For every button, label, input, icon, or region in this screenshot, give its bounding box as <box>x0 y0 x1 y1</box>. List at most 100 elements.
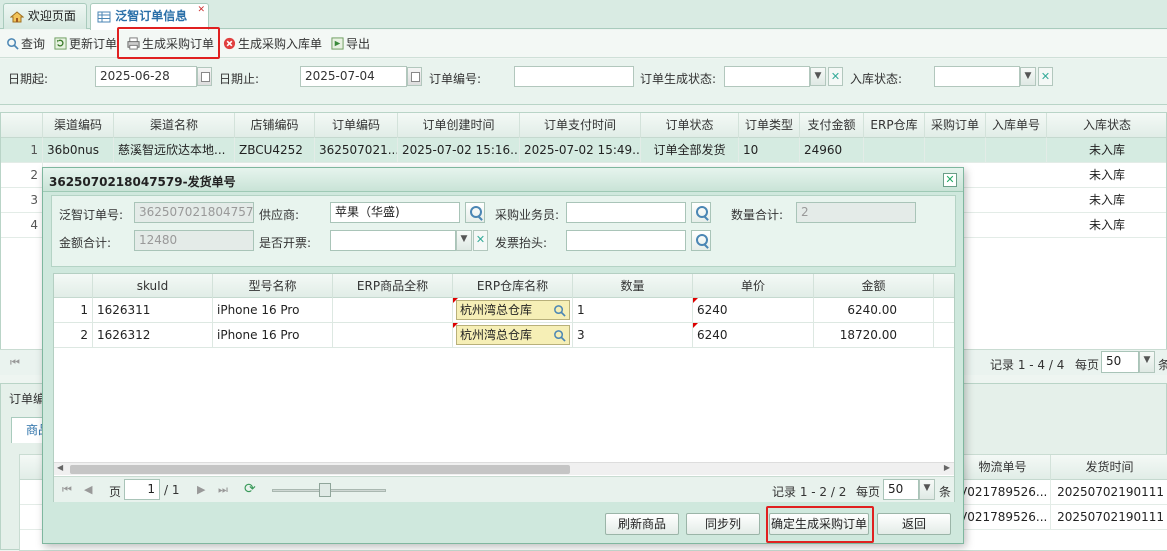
col-header[interactable]: 入库单号 <box>986 113 1047 138</box>
col-header[interactable]: skuId <box>93 274 213 298</box>
per-page-label: 每页 <box>1075 358 1100 372</box>
close-icon[interactable]: ✕ <box>197 0 205 23</box>
export-icon <box>331 37 344 50</box>
update-order-button[interactable]: 更新订单 <box>54 36 117 52</box>
table-row[interactable]: 1 36b0nus 慈溪智远欣达本地... ZBCU4252 362507021… <box>1 138 1166 163</box>
date-to-input[interactable]: 2025-07-04 <box>300 66 407 87</box>
col-header[interactable]: 店铺编码 <box>235 113 315 138</box>
amount-total-field: 12480 <box>134 230 254 251</box>
close-icon[interactable]: ✕ <box>943 173 957 187</box>
col-header[interactable]: 订单创建时间 <box>398 113 520 138</box>
search-icon[interactable] <box>691 202 711 223</box>
buyer-field[interactable] <box>566 202 686 223</box>
per-page-select[interactable]: 50 <box>883 479 919 500</box>
page-label: 页 <box>109 485 122 499</box>
search-icon[interactable] <box>553 304 566 317</box>
next-page-icon[interactable]: ▶ <box>197 483 205 496</box>
col-header[interactable]: 支付金额 <box>800 113 864 138</box>
search-icon[interactable] <box>465 202 485 223</box>
tab-order-info[interactable]: 泛智订单信息 ✕ <box>90 3 209 30</box>
confirm-generate-po-button[interactable]: 确定生成采购订单 <box>769 513 869 535</box>
order-no-input[interactable] <box>514 66 634 87</box>
search-icon[interactable] <box>553 329 566 342</box>
cancel-circle-icon <box>223 37 236 50</box>
col-header[interactable]: ERP仓库名称 <box>453 274 573 298</box>
generate-purchase-order-button[interactable]: 生成采购订单 <box>127 36 214 52</box>
chevron-down-icon[interactable]: ▼ <box>810 67 826 86</box>
horizontal-scrollbar[interactable]: ◀ ▶ <box>54 462 954 475</box>
date-from-label: 日期起: <box>8 72 49 86</box>
first-page-icon[interactable]: ⏮ <box>62 483 72 497</box>
col-header[interactable]: 单价 <box>693 274 814 298</box>
col-header[interactable]: 订单状态 <box>641 113 739 138</box>
generate-receipt-button[interactable]: 生成采购入库单 <box>223 36 322 52</box>
scroll-right-icon[interactable]: ▶ <box>944 463 950 472</box>
col-header[interactable]: 订单编码 <box>315 113 398 138</box>
col-header[interactable]: 订单类型 <box>739 113 800 138</box>
query-button[interactable]: 查询 <box>6 36 45 52</box>
tab-welcome-label: 欢迎页面 <box>27 9 76 23</box>
gen-status-select[interactable] <box>724 66 810 87</box>
refresh-products-button[interactable]: 刷新商品 <box>605 513 679 535</box>
per-page-label: 每页 <box>856 485 881 499</box>
scroll-left-icon[interactable]: ◀ <box>57 463 63 472</box>
shipment-dialog: 3625070218047579-发货单号 ✕ 泛智订单号: 362507021… <box>42 167 964 544</box>
col-header[interactable]: ERP仓库 <box>864 113 925 138</box>
col-header[interactable]: ERP商品全称 <box>333 274 453 298</box>
chevron-down-icon[interactable]: ▼ <box>1020 67 1036 86</box>
col-header[interactable]: 物流单号 <box>955 455 1051 480</box>
page-input[interactable]: 1 <box>124 479 160 500</box>
in-status-select[interactable] <box>934 66 1020 87</box>
invoice-title-field[interactable] <box>566 230 686 251</box>
refresh-icon[interactable]: ⟳ <box>244 481 256 497</box>
warehouse-lookup[interactable]: 杭州湾总仓库 <box>456 300 570 320</box>
col-header[interactable]: 渠道编码 <box>43 113 114 138</box>
chevron-down-icon[interactable]: ▼ <box>1139 351 1155 373</box>
table-row[interactable]: 2 1626312 iPhone 16 Pro 杭州湾总仓库 3 6240 18… <box>54 323 954 348</box>
gen-status-label: 订单生成状态: <box>640 72 717 86</box>
calendar-icon[interactable] <box>407 67 422 86</box>
slider-handle[interactable] <box>319 483 331 497</box>
export-button[interactable]: 导出 <box>331 36 370 52</box>
panel-title: 订单编 <box>9 392 46 406</box>
edited-marker <box>453 298 458 303</box>
scrollbar-thumb[interactable] <box>70 465 570 474</box>
per-page-select[interactable]: 50 <box>1101 351 1139 373</box>
prev-page-icon[interactable]: ◀ <box>84 483 92 496</box>
col-header[interactable]: 金额 <box>814 274 934 298</box>
col-header[interactable]: 发货时间 <box>1051 455 1167 480</box>
tab-bar: 欢迎页面 泛智订单信息 ✕ <box>0 0 1167 30</box>
col-header[interactable]: 数量 <box>573 274 693 298</box>
order-no-label: 泛智订单号: <box>59 208 124 222</box>
date-from-input[interactable]: 2025-06-28 <box>95 66 197 87</box>
table-row[interactable]: 1 1626311 iPhone 16 Pro 杭州湾总仓库 1 6240 62… <box>54 298 954 323</box>
supplier-field[interactable]: 苹果（华盛) <box>330 202 460 223</box>
search-icon[interactable] <box>691 230 711 251</box>
chevron-down-icon[interactable]: ▼ <box>919 479 935 500</box>
back-button[interactable]: 返回 <box>877 513 951 535</box>
clear-icon[interactable]: ✕ <box>1038 67 1053 86</box>
col-header[interactable]: 型号名称 <box>213 274 333 298</box>
col-header[interactable]: 入库状态 <box>1047 113 1167 138</box>
chevron-down-icon[interactable]: ▼ <box>456 230 472 251</box>
per-page-suffix: 条 <box>1158 358 1167 372</box>
first-page-icon[interactable]: ⏮ <box>10 356 20 370</box>
clear-icon[interactable]: ✕ <box>473 230 488 251</box>
in-status-label: 入库状态: <box>850 72 903 86</box>
records-info: 记录 1 - 4 / 4 <box>990 358 1065 372</box>
grid-header: skuId 型号名称 ERP商品全称 ERP仓库名称 数量 单价 金额 <box>54 274 954 298</box>
tab-welcome[interactable]: 欢迎页面 <box>3 3 87 29</box>
col-header[interactable]: 渠道名称 <box>114 113 235 138</box>
warehouse-lookup[interactable]: 杭州湾总仓库 <box>456 325 570 345</box>
home-icon <box>10 10 24 22</box>
edited-marker <box>693 298 698 303</box>
sync-columns-button[interactable]: 同步列 <box>686 513 760 535</box>
per-page-suffix: 条 <box>939 485 952 499</box>
search-icon <box>7 38 19 50</box>
last-page-icon[interactable]: ⏭ <box>218 483 228 497</box>
clear-icon[interactable]: ✕ <box>828 67 843 86</box>
col-header[interactable]: 订单支付时间 <box>520 113 641 138</box>
calendar-icon[interactable] <box>197 67 212 86</box>
invoice-select[interactable] <box>330 230 456 251</box>
col-header[interactable]: 采购订单 <box>925 113 986 138</box>
